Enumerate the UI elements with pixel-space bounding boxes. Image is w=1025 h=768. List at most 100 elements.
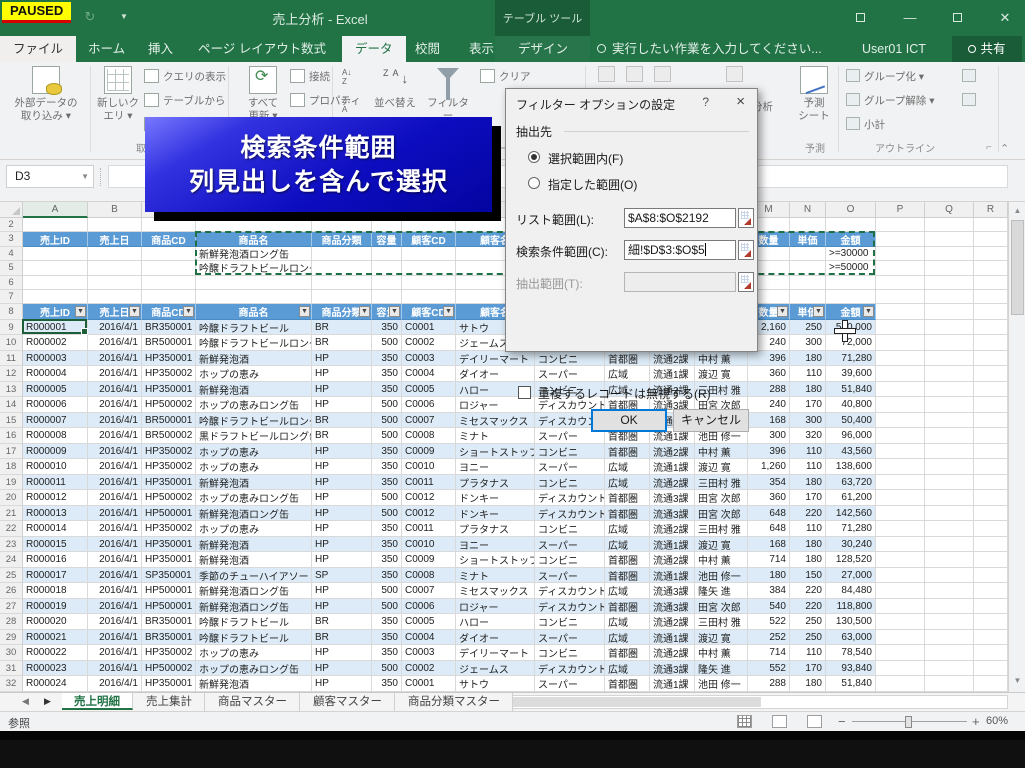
from-table-button[interactable]: テーブルから (144, 90, 225, 112)
cell-Q24[interactable] (925, 552, 974, 568)
row-header-9[interactable]: 9 (0, 320, 23, 336)
cell-O25[interactable]: 27,000 (826, 568, 876, 584)
cell-B23[interactable]: 2016/4/1 (88, 537, 142, 553)
cell-B2[interactable] (88, 218, 142, 232)
cell-R6[interactable] (974, 276, 1008, 290)
cell-R10[interactable] (974, 335, 1008, 351)
cell-P29[interactable] (876, 630, 925, 646)
cell-Q16[interactable] (925, 428, 974, 444)
row-header-22[interactable]: 22 (0, 521, 23, 537)
cell-Q4[interactable] (925, 247, 974, 261)
cell-Q7[interactable] (925, 290, 974, 304)
cell-I24[interactable]: コンビニ (535, 552, 605, 568)
cell-L30[interactable]: 中村 薫 (695, 645, 748, 661)
cell-E6[interactable] (312, 276, 372, 290)
cell-L20[interactable]: 田宮 次郎 (695, 490, 748, 506)
filter-dropdown-icon[interactable]: ▼ (389, 306, 400, 317)
cell-D24[interactable]: 新鮮発泡酒 (196, 552, 312, 568)
cell-A22[interactable]: R000014 (23, 521, 88, 537)
cell-N20[interactable]: 170 (790, 490, 826, 506)
cell-N22[interactable]: 110 (790, 521, 826, 537)
cell-C29[interactable]: BR350001 (142, 630, 196, 646)
cell-E31[interactable]: HP (312, 661, 372, 677)
cell-E18[interactable]: HP (312, 459, 372, 475)
cell-F28[interactable]: 350 (372, 614, 402, 630)
cell-R31[interactable] (974, 661, 1008, 677)
cell-D31[interactable]: ホップの恵みロング缶 (196, 661, 312, 677)
cell-L18[interactable]: 渡辺 寛 (695, 459, 748, 475)
cell-H23[interactable]: ヨニー (456, 537, 535, 553)
tab-表示[interactable]: 表示 (456, 36, 507, 62)
cell-L24[interactable]: 中村 薫 (695, 552, 748, 568)
row-header-21[interactable]: 21 (0, 506, 23, 522)
name-box[interactable]: D3▼ (6, 165, 94, 188)
cell-E32[interactable]: HP (312, 676, 372, 692)
share-button[interactable]: 共有 (952, 36, 1022, 62)
cell-F24[interactable]: 350 (372, 552, 402, 568)
cell-I21[interactable]: ディスカウント (535, 506, 605, 522)
cell-G9[interactable]: C0001 (402, 320, 456, 336)
cell-I20[interactable]: ディスカウント (535, 490, 605, 506)
cell-M13[interactable]: 288 (748, 382, 790, 398)
row-header-10[interactable]: 10 (0, 335, 23, 351)
cell-G16[interactable]: C0008 (402, 428, 456, 444)
cell-Q13[interactable] (925, 382, 974, 398)
cell-J24[interactable]: 首都圏 (605, 552, 650, 568)
cell-P12[interactable] (876, 366, 925, 382)
column-header-P[interactable]: P (876, 202, 925, 218)
cell-H12[interactable]: ダイオー (456, 366, 535, 382)
row-header-2[interactable]: 2 (0, 218, 23, 232)
cell-J26[interactable]: 広域 (605, 583, 650, 599)
cell-M21[interactable]: 648 (748, 506, 790, 522)
row-header-29[interactable]: 29 (0, 630, 23, 646)
cell-G8[interactable]: 顧客CD▼ (402, 304, 456, 320)
cell-P21[interactable] (876, 506, 925, 522)
cell-R22[interactable] (974, 521, 1008, 537)
cell-B30[interactable]: 2016/4/1 (88, 645, 142, 661)
cell-D8[interactable]: 商品名▼ (196, 304, 312, 320)
cell-G31[interactable]: C0002 (402, 661, 456, 677)
cell-K26[interactable]: 流通3課 (650, 583, 695, 599)
cell-I25[interactable]: スーパー (535, 568, 605, 584)
cell-J23[interactable]: 広域 (605, 537, 650, 553)
cell-H30[interactable]: デイリーマート (456, 645, 535, 661)
cell-Q2[interactable] (925, 218, 974, 232)
cell-D29[interactable]: 吟醸ドラフトビール (196, 630, 312, 646)
cell-G14[interactable]: C0006 (402, 397, 456, 413)
radio-copy-to-range-label[interactable]: 指定した範囲(O) (548, 176, 637, 193)
cell-A4[interactable] (23, 247, 88, 261)
ungroup-button[interactable]: グループ解除 ▾ (846, 90, 935, 112)
cell-M17[interactable]: 396 (748, 444, 790, 460)
tell-me-box[interactable]: 実行したい作業を入力してください... (597, 36, 822, 62)
filter-dropdown-icon[interactable]: ▼ (183, 306, 194, 317)
cell-O30[interactable]: 78,540 (826, 645, 876, 661)
row-header-31[interactable]: 31 (0, 661, 23, 677)
cell-O14[interactable]: 40,800 (826, 397, 876, 413)
cell-Q8[interactable] (925, 304, 974, 320)
select-all-corner[interactable] (0, 202, 23, 218)
cell-Q29[interactable] (925, 630, 974, 646)
cell-P23[interactable] (876, 537, 925, 553)
cell-R4[interactable] (974, 247, 1008, 261)
forecast-sheet-button[interactable]: 予測シート (792, 64, 836, 123)
cell-L11[interactable]: 中村 薫 (695, 351, 748, 367)
cell-I23[interactable]: スーパー (535, 537, 605, 553)
cell-A21[interactable]: R000013 (23, 506, 88, 522)
row-header-32[interactable]: 32 (0, 676, 23, 692)
cell-C5[interactable] (142, 261, 196, 275)
cell-K31[interactable]: 流通3課 (650, 661, 695, 677)
cell-E21[interactable]: HP (312, 506, 372, 522)
filter-dropdown-icon[interactable]: ▼ (863, 306, 874, 317)
cell-Q18[interactable] (925, 459, 974, 475)
cell-C25[interactable]: SP350001 (142, 568, 196, 584)
cell-B29[interactable]: 2016/4/1 (88, 630, 142, 646)
cell-L23[interactable]: 渡辺 寛 (695, 537, 748, 553)
tab-ホーム[interactable]: ホーム (75, 36, 138, 62)
tab-デザイン[interactable]: デザイン (505, 36, 581, 62)
cell-E23[interactable]: HP (312, 537, 372, 553)
cell-J17[interactable]: 首都圏 (605, 444, 650, 460)
cell-A31[interactable]: R000023 (23, 661, 88, 677)
cell-G2[interactable] (402, 218, 456, 232)
cell-C17[interactable]: HP350002 (142, 444, 196, 460)
cell-M31[interactable]: 552 (748, 661, 790, 677)
